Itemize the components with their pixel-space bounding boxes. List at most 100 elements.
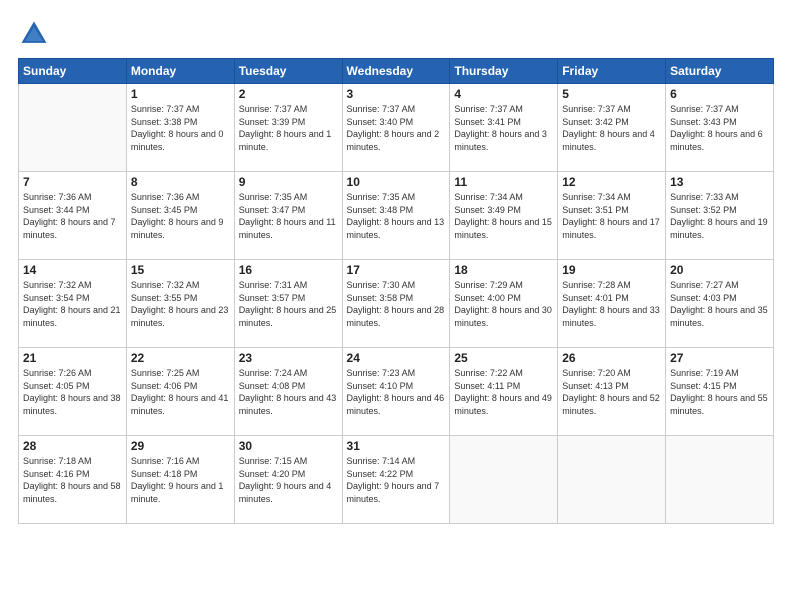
day-number: 6 [670, 87, 769, 101]
day-number: 11 [454, 175, 553, 189]
day-number: 30 [239, 439, 338, 453]
day-number: 21 [23, 351, 122, 365]
calendar-cell: 11 Sunrise: 7:34 AMSunset: 3:49 PMDayligh… [450, 172, 558, 260]
day-number: 7 [23, 175, 122, 189]
day-number: 9 [239, 175, 338, 189]
cell-details: Sunrise: 7:29 AMSunset: 4:00 PMDaylight:… [454, 279, 553, 329]
cell-details: Sunrise: 7:36 AMSunset: 3:44 PMDaylight:… [23, 191, 122, 241]
day-number: 16 [239, 263, 338, 277]
col-header-wednesday: Wednesday [342, 59, 450, 84]
day-number: 14 [23, 263, 122, 277]
day-number: 31 [347, 439, 446, 453]
col-header-tuesday: Tuesday [234, 59, 342, 84]
calendar-cell [558, 436, 666, 524]
calendar-cell: 2Sunrise: 7:37 AMSunset: 3:39 PMDaylight… [234, 84, 342, 172]
calendar-cell [19, 84, 127, 172]
cell-details: Sunrise: 7:34 AMSunset: 3:49 PMDaylight:… [454, 191, 553, 241]
calendar-cell: 16Sunrise: 7:31 AMSunset: 3:57 PMDayligh… [234, 260, 342, 348]
day-number: 18 [454, 263, 553, 277]
day-number: 1 [131, 87, 230, 101]
day-number: 17 [347, 263, 446, 277]
cell-details: Sunrise: 7:37 AMSunset: 3:43 PMDaylight:… [670, 103, 769, 153]
calendar-cell: 31 Sunrise: 7:14 AMSunset: 4:22 PMDayligh… [342, 436, 450, 524]
week-row-3: 21 Sunrise: 7:26 AMSunset: 4:05 PMDayligh… [19, 348, 774, 436]
cell-details: Sunrise: 7:24 AMSunset: 4:08 PMDaylight:… [239, 367, 338, 417]
col-header-saturday: Saturday [666, 59, 774, 84]
calendar-cell: 22 Sunrise: 7:25 AMSunset: 4:06 PMDayligh… [126, 348, 234, 436]
cell-details: Sunrise: 7:37 AMSunset: 3:40 PMDaylight:… [347, 103, 446, 153]
calendar-cell: 28 Sunrise: 7:18 AMSunset: 4:16 PMDayligh… [19, 436, 127, 524]
calendar-cell: 21 Sunrise: 7:26 AMSunset: 4:05 PMDayligh… [19, 348, 127, 436]
calendar-cell: 13 Sunrise: 7:33 AMSunset: 3:52 PMDayligh… [666, 172, 774, 260]
cell-details: Sunrise: 7:35 AMSunset: 3:48 PMDaylight:… [347, 191, 446, 241]
day-number: 10 [347, 175, 446, 189]
day-number: 20 [670, 263, 769, 277]
day-number: 29 [131, 439, 230, 453]
cell-details: Sunrise: 7:37 AMSunset: 3:42 PMDaylight:… [562, 103, 661, 153]
calendar-cell: 3 Sunrise: 7:37 AMSunset: 3:40 PMDaylight… [342, 84, 450, 172]
logo [18, 18, 54, 50]
calendar-cell: 1 Sunrise: 7:37 AMSunset: 3:38 PMDaylight… [126, 84, 234, 172]
calendar-cell: 10 Sunrise: 7:35 AMSunset: 3:48 PMDayligh… [342, 172, 450, 260]
day-number: 8 [131, 175, 230, 189]
cell-details: Sunrise: 7:32 AMSunset: 3:54 PMDaylight:… [23, 279, 122, 329]
day-number: 23 [239, 351, 338, 365]
calendar-cell: 18 Sunrise: 7:29 AMSunset: 4:00 PMDayligh… [450, 260, 558, 348]
day-number: 13 [670, 175, 769, 189]
cell-details: Sunrise: 7:25 AMSunset: 4:06 PMDaylight:… [131, 367, 230, 417]
cell-details: Sunrise: 7:37 AMSunset: 3:41 PMDaylight:… [454, 103, 553, 153]
cell-details: Sunrise: 7:30 AMSunset: 3:58 PMDaylight:… [347, 279, 446, 329]
calendar-cell: 19 Sunrise: 7:28 AMSunset: 4:01 PMDayligh… [558, 260, 666, 348]
cell-details: Sunrise: 7:22 AMSunset: 4:11 PMDaylight:… [454, 367, 553, 417]
calendar-header-row: SundayMondayTuesdayWednesdayThursdayFrid… [19, 59, 774, 84]
cell-details: Sunrise: 7:34 AMSunset: 3:51 PMDaylight:… [562, 191, 661, 241]
cell-details: Sunrise: 7:26 AMSunset: 4:05 PMDaylight:… [23, 367, 122, 417]
cell-details: Sunrise: 7:19 AMSunset: 4:15 PMDaylight:… [670, 367, 769, 417]
cell-details: Sunrise: 7:37 AMSunset: 3:38 PMDaylight:… [131, 103, 230, 153]
calendar-cell: 20 Sunrise: 7:27 AMSunset: 4:03 PMDayligh… [666, 260, 774, 348]
calendar-cell: 30 Sunrise: 7:15 AMSunset: 4:20 PMDayligh… [234, 436, 342, 524]
cell-details: Sunrise: 7:15 AMSunset: 4:20 PMDaylight:… [239, 455, 338, 505]
cell-details: Sunrise: 7:23 AMSunset: 4:10 PMDaylight:… [347, 367, 446, 417]
cell-details: Sunrise: 7:20 AMSunset: 4:13 PMDaylight:… [562, 367, 661, 417]
cell-details: Sunrise: 7:28 AMSunset: 4:01 PMDaylight:… [562, 279, 661, 329]
calendar-cell: 26Sunrise: 7:20 AMSunset: 4:13 PMDayligh… [558, 348, 666, 436]
calendar-cell: 4 Sunrise: 7:37 AMSunset: 3:41 PMDaylight… [450, 84, 558, 172]
header [18, 18, 774, 50]
day-number: 19 [562, 263, 661, 277]
col-header-monday: Monday [126, 59, 234, 84]
day-number: 22 [131, 351, 230, 365]
calendar-cell: 17 Sunrise: 7:30 AMSunset: 3:58 PMDayligh… [342, 260, 450, 348]
calendar-cell [666, 436, 774, 524]
calendar-cell: 5 Sunrise: 7:37 AMSunset: 3:42 PMDaylight… [558, 84, 666, 172]
calendar-cell: 8 Sunrise: 7:36 AMSunset: 3:45 PMDaylight… [126, 172, 234, 260]
calendar-cell: 25Sunrise: 7:22 AMSunset: 4:11 PMDayligh… [450, 348, 558, 436]
day-number: 3 [347, 87, 446, 101]
day-number: 4 [454, 87, 553, 101]
cell-details: Sunrise: 7:33 AMSunset: 3:52 PMDaylight:… [670, 191, 769, 241]
day-number: 28 [23, 439, 122, 453]
day-number: 24 [347, 351, 446, 365]
cell-details: Sunrise: 7:35 AMSunset: 3:47 PMDaylight:… [239, 191, 338, 241]
day-number: 5 [562, 87, 661, 101]
cell-details: Sunrise: 7:36 AMSunset: 3:45 PMDaylight:… [131, 191, 230, 241]
day-number: 15 [131, 263, 230, 277]
week-row-0: 1 Sunrise: 7:37 AMSunset: 3:38 PMDaylight… [19, 84, 774, 172]
calendar-cell: 14 Sunrise: 7:32 AMSunset: 3:54 PMDayligh… [19, 260, 127, 348]
day-number: 27 [670, 351, 769, 365]
cell-details: Sunrise: 7:27 AMSunset: 4:03 PMDaylight:… [670, 279, 769, 329]
cell-details: Sunrise: 7:16 AMSunset: 4:18 PMDaylight:… [131, 455, 230, 505]
week-row-1: 7 Sunrise: 7:36 AMSunset: 3:44 PMDaylight… [19, 172, 774, 260]
calendar-cell: 6 Sunrise: 7:37 AMSunset: 3:43 PMDaylight… [666, 84, 774, 172]
calendar-cell: 15Sunrise: 7:32 AMSunset: 3:55 PMDayligh… [126, 260, 234, 348]
col-header-friday: Friday [558, 59, 666, 84]
cell-details: Sunrise: 7:14 AMSunset: 4:22 PMDaylight:… [347, 455, 446, 505]
day-number: 12 [562, 175, 661, 189]
col-header-thursday: Thursday [450, 59, 558, 84]
calendar-table: SundayMondayTuesdayWednesdayThursdayFrid… [18, 58, 774, 524]
calendar-cell: 24 Sunrise: 7:23 AMSunset: 4:10 PMDayligh… [342, 348, 450, 436]
page: SundayMondayTuesdayWednesdayThursdayFrid… [0, 0, 792, 612]
cell-details: Sunrise: 7:37 AMSunset: 3:39 PMDaylight:… [239, 103, 338, 153]
cell-details: Sunrise: 7:18 AMSunset: 4:16 PMDaylight:… [23, 455, 122, 505]
week-row-4: 28 Sunrise: 7:18 AMSunset: 4:16 PMDayligh… [19, 436, 774, 524]
